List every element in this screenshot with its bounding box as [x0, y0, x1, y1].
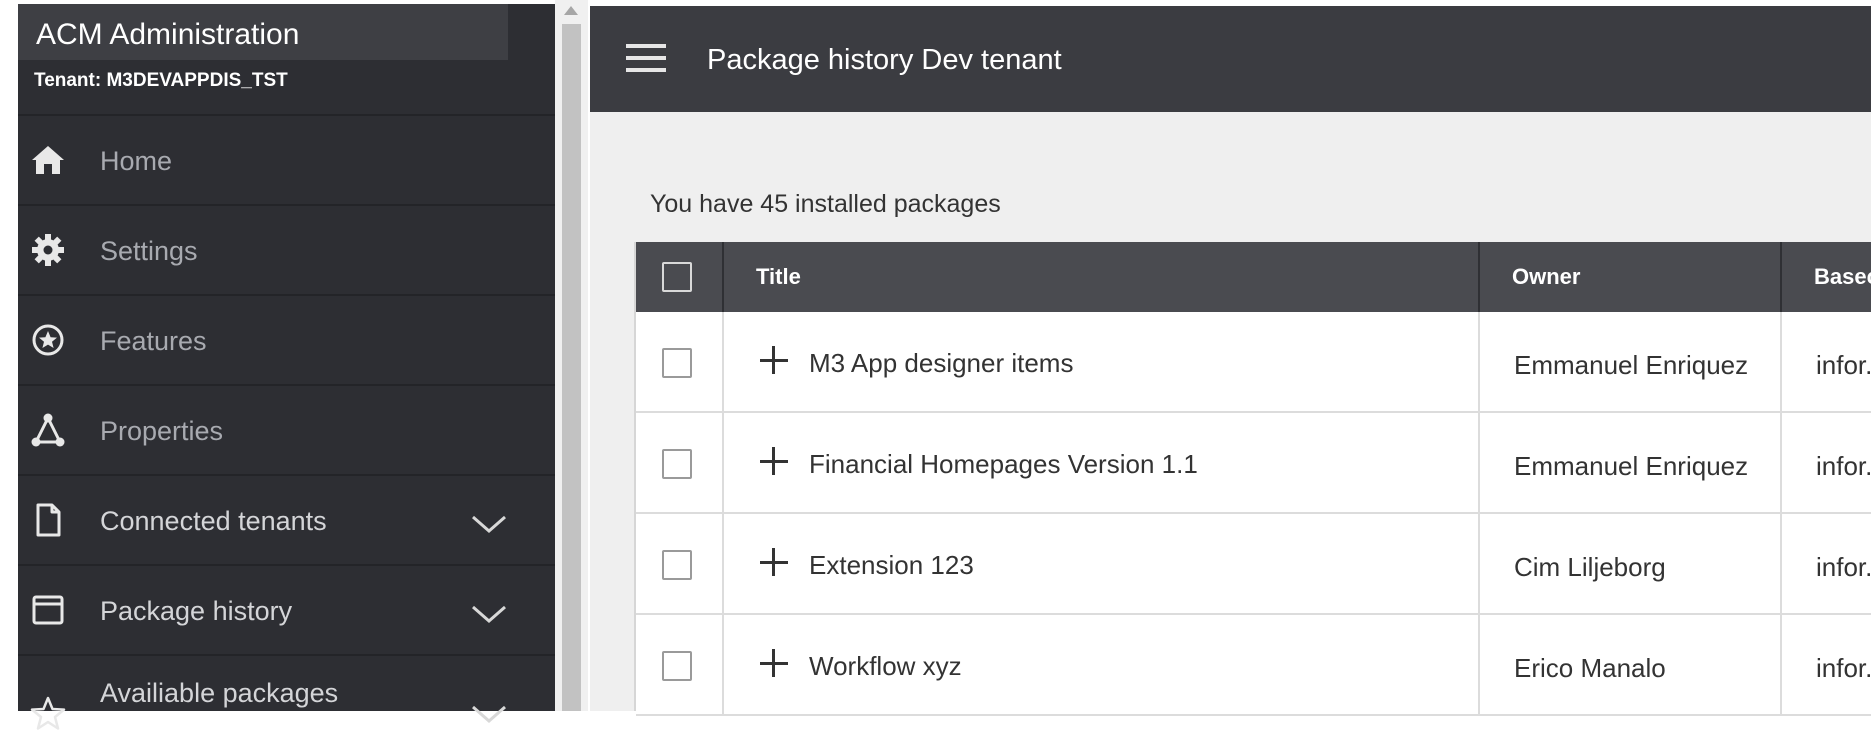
- owner-cell: Erico Manalo: [1480, 615, 1782, 715]
- page-title: Package history Dev tenant: [707, 44, 1062, 76]
- sidebar: ACM Administration Tenant: M3DEVAPPDIS_T…: [0, 0, 555, 730]
- package-based: infor.: [1816, 451, 1871, 481]
- row-select-cell: [636, 312, 724, 412]
- tenant-label: Tenant: M3DEVAPPDIS_TST: [34, 70, 288, 91]
- header-select-cell: [636, 242, 724, 312]
- sidebar-item-properties[interactable]: Properties: [18, 384, 555, 474]
- sidebar-item-features[interactable]: Features: [18, 294, 555, 384]
- title-cell: Financial Homepages Version 1.1: [724, 413, 1480, 513]
- star-icon: [30, 696, 66, 730]
- installed-packages-summary: You have 45 installed packages: [650, 190, 1001, 218]
- table-row[interactable]: M3 App designer items Emmanuel Enriquez …: [636, 312, 1871, 413]
- package-based: infor.: [1816, 653, 1871, 683]
- sidebar-item-package-history[interactable]: Package history: [18, 564, 555, 654]
- table-header: Title Owner Basec: [636, 242, 1871, 312]
- select-all-checkbox[interactable]: [662, 262, 692, 292]
- package-owner: Emmanuel Enriquez: [1514, 350, 1749, 380]
- sidebar-item-label: Connected tenants: [100, 506, 327, 536]
- window-icon: [32, 595, 64, 625]
- sidebar-item-connected-tenants[interactable]: Connected tenants: [18, 474, 555, 564]
- package-title: Workflow xyz: [809, 651, 962, 681]
- package-owner: Cim Liljeborg: [1514, 552, 1666, 582]
- package-owner: Emmanuel Enriquez: [1514, 451, 1749, 481]
- owner-cell: Cim Liljeborg: [1480, 514, 1782, 614]
- hamburger-menu-icon[interactable]: [626, 44, 666, 76]
- table-row[interactable]: Workflow xyz Erico Manalo infor.: [636, 615, 1871, 716]
- sidebar-item-home[interactable]: Home: [18, 114, 555, 204]
- column-header-title[interactable]: Title: [724, 242, 1480, 312]
- app-header: ACM Administration: [18, 4, 508, 60]
- row-checkbox[interactable]: [662, 348, 692, 378]
- content-panel: You have 45 installed packages Title Own…: [590, 112, 1871, 716]
- packages-table: Title Owner Basec M3 App designer items …: [634, 242, 1871, 716]
- package-owner: Erico Manalo: [1514, 653, 1666, 683]
- document-icon: [36, 503, 61, 537]
- based-cell: infor.: [1782, 514, 1871, 614]
- sidebar-menu: Home Settings Features Properties Connec…: [18, 114, 555, 744]
- expand-plus-icon[interactable]: [760, 548, 788, 576]
- row-checkbox[interactable]: [662, 550, 692, 580]
- row-select-cell: [636, 413, 724, 513]
- expand-plus-icon[interactable]: [760, 649, 788, 677]
- row-checkbox[interactable]: [662, 651, 692, 681]
- package-title: Extension 123: [809, 550, 974, 580]
- sidebar-item-settings[interactable]: Settings: [18, 204, 555, 294]
- based-cell: infor.: [1782, 615, 1871, 715]
- title-cell: Workflow xyz: [724, 615, 1480, 715]
- owner-cell: Emmanuel Enriquez: [1480, 312, 1782, 412]
- package-based: infor.: [1816, 350, 1871, 380]
- column-header-based[interactable]: Basec: [1782, 242, 1871, 312]
- top-bar: Package history Dev tenant: [590, 6, 1871, 112]
- scroll-up-arrow-icon[interactable]: [564, 6, 578, 15]
- chevron-down-icon[interactable]: [470, 512, 508, 536]
- sidebar-item-label: Home: [100, 146, 173, 176]
- sidebar-item-label: Properties: [100, 416, 224, 446]
- sidebar-scrollbar[interactable]: [555, 0, 588, 711]
- based-cell: infor.: [1782, 413, 1871, 513]
- owner-cell: Emmanuel Enriquez: [1480, 413, 1782, 513]
- column-header-owner[interactable]: Owner: [1480, 242, 1782, 312]
- gear-icon: [32, 234, 64, 266]
- row-select-cell: [636, 514, 724, 614]
- package-title: Financial Homepages Version 1.1: [809, 449, 1198, 479]
- based-cell: infor.: [1782, 312, 1871, 412]
- network-icon: [31, 413, 65, 447]
- expand-plus-icon[interactable]: [760, 346, 788, 374]
- table-row[interactable]: Financial Homepages Version 1.1 Emmanuel…: [636, 413, 1871, 514]
- sidebar-item-label: Availiable packages: [100, 678, 339, 708]
- title-cell: Extension 123: [724, 514, 1480, 614]
- expand-plus-icon[interactable]: [760, 447, 788, 475]
- sidebar-panel: ACM Administration Tenant: M3DEVAPPDIS_T…: [18, 4, 555, 730]
- table-row[interactable]: Extension 123 Cim Liljeborg infor.: [636, 514, 1871, 615]
- star-circle-icon: [32, 324, 64, 356]
- sidebar-item-label: Package history: [100, 596, 293, 626]
- app-title: ACM Administration: [36, 18, 300, 51]
- title-cell: M3 App designer items: [724, 312, 1480, 412]
- chevron-down-icon[interactable]: [470, 702, 508, 726]
- sidebar-item-available-packages[interactable]: Availiable packages: [18, 654, 555, 744]
- main-area: Package history Dev tenant You have 45 i…: [588, 0, 1871, 716]
- scroll-thumb[interactable]: [562, 24, 581, 711]
- package-based: infor.: [1816, 552, 1871, 582]
- chevron-down-icon[interactable]: [470, 602, 508, 626]
- row-checkbox[interactable]: [662, 449, 692, 479]
- sidebar-item-label: Features: [100, 326, 207, 356]
- row-select-cell: [636, 615, 724, 715]
- sidebar-item-label: Settings: [100, 236, 198, 266]
- package-title: M3 App designer items: [809, 348, 1074, 378]
- home-icon: [32, 146, 64, 174]
